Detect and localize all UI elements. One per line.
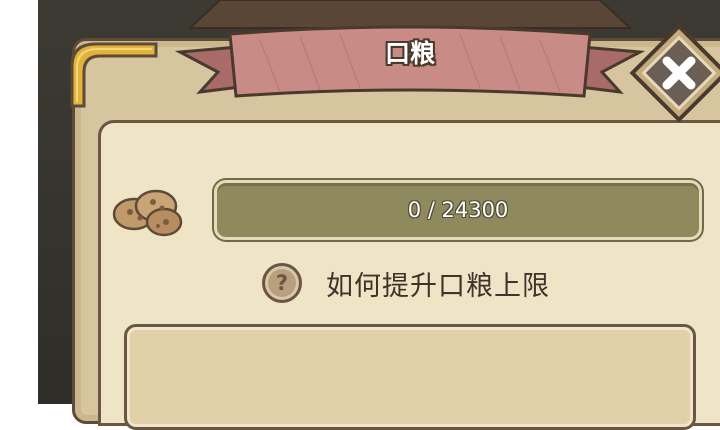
- game-scene: 口粮 0 / 24300 ? 如何提升口粮上限: [0, 0, 720, 430]
- close-x-icon: [629, 23, 720, 123]
- gold-corner-ornament: [70, 42, 158, 108]
- info-content-box: [124, 324, 696, 430]
- close-button[interactable]: [624, 18, 720, 132]
- cookie-ration-icon: [112, 189, 183, 237]
- help-label: 如何提升口粮上限: [326, 270, 550, 302]
- ration-count: 0 / 24300: [407, 198, 509, 222]
- ration-progress-bar: 0 / 24300: [214, 180, 702, 240]
- dialog-title: 口粮: [384, 39, 435, 68]
- ration-limit-help-link[interactable]: ? 如何提升口粮上限: [262, 260, 550, 306]
- question-mark-icon: ?: [262, 263, 302, 303]
